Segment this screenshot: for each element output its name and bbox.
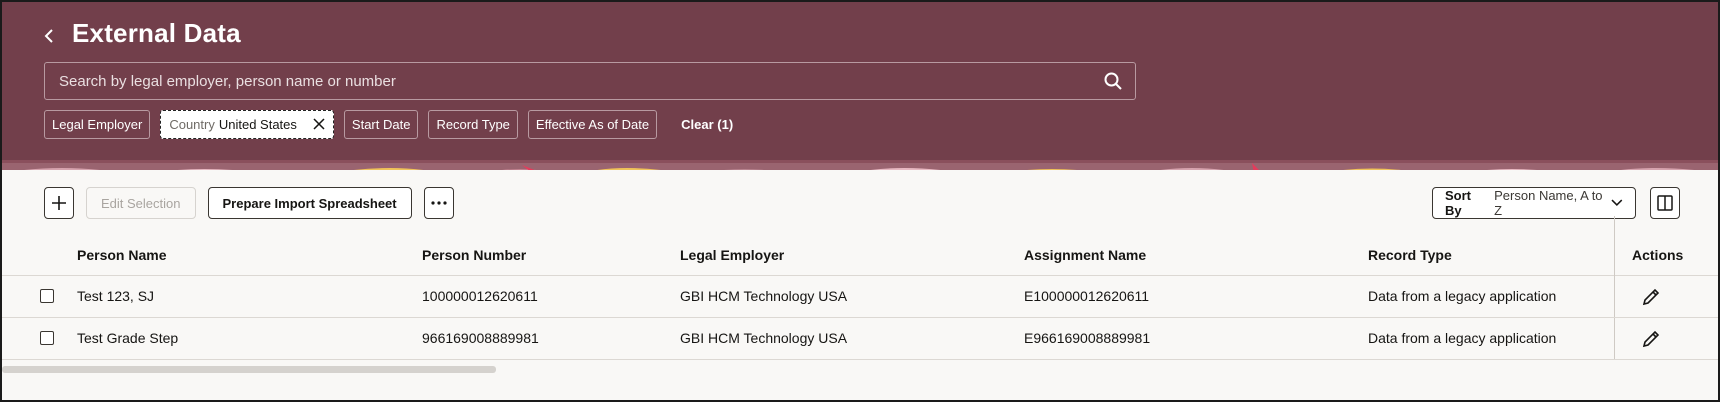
sort-label: Sort By (1445, 188, 1471, 218)
columns-icon (1657, 195, 1673, 211)
main-content: Edit Selection Prepare Import Spreadshee… (2, 170, 1718, 400)
add-button[interactable] (44, 187, 74, 219)
filter-record-type[interactable]: Record Type (428, 109, 518, 139)
app-frame: External Data Legal Employer Country Uni… (0, 0, 1720, 402)
search-input[interactable] (59, 63, 1059, 99)
filter-chips: Legal Employer Country United States Sta… (44, 109, 733, 139)
data-table: Person Name Person Number Legal Employer… (2, 216, 1718, 360)
filter-country[interactable]: Country United States (160, 109, 334, 139)
table-toolbar: Edit Selection Prepare Import Spreadshee… (44, 187, 454, 219)
horizontal-scrollbar[interactable] (2, 366, 496, 373)
search-box[interactable] (44, 62, 1136, 100)
page-title: External Data (72, 18, 241, 48)
more-actions-button[interactable] (423, 187, 454, 219)
plus-icon (52, 196, 66, 210)
table-row[interactable]: Test 123, SJ 100000012620611 GBI HCM Tec… (2, 276, 1718, 318)
decorative-banner (2, 160, 1718, 170)
column-header-record-type[interactable]: Record Type (1368, 247, 1452, 263)
cell-person-name: Test Grade Step (77, 330, 179, 346)
chevron-down-icon (1611, 199, 1623, 207)
filter-label: Effective As of Date (535, 116, 650, 132)
filter-label: Record Type (436, 116, 510, 132)
cell-person-number: 100000012620611 (422, 288, 538, 304)
column-header-actions: Actions (1632, 247, 1684, 263)
row-checkbox[interactable] (40, 289, 54, 303)
prepare-import-spreadsheet-button[interactable]: Prepare Import Spreadsheet (207, 187, 412, 219)
column-header-assignment-name[interactable]: Assignment Name (1024, 247, 1146, 263)
filter-legal-employer[interactable]: Legal Employer (44, 109, 151, 139)
cell-person-name: Test 123, SJ (77, 288, 155, 304)
banner-pattern (2, 163, 1718, 170)
filter-label: Country (169, 116, 215, 132)
back-button[interactable] (38, 24, 60, 48)
cell-person-number: 966169008889981 (422, 330, 539, 346)
chevron-left-icon (44, 29, 53, 43)
columns-button[interactable] (1650, 187, 1680, 219)
column-header-person-number[interactable]: Person Number (422, 247, 526, 263)
cell-record-type: Data from a legacy application (1368, 330, 1557, 346)
filter-start-date[interactable]: Start Date (343, 109, 419, 139)
clear-filters-link[interactable]: Clear (1) (681, 117, 733, 132)
remove-filter-button[interactable] (311, 116, 327, 132)
sort-dropdown[interactable]: Sort By Person Name, A to Z (1432, 187, 1636, 219)
row-checkbox[interactable] (40, 331, 54, 345)
cell-legal-employer: GBI HCM Technology USA (680, 330, 848, 346)
filter-label: Start Date (351, 116, 411, 132)
edit-pencil-icon[interactable] (1640, 328, 1662, 350)
filter-effective-as-of-date[interactable]: Effective As of Date (527, 109, 658, 139)
cell-record-type: Data from a legacy application (1368, 288, 1557, 304)
cell-legal-employer: GBI HCM Technology USA (680, 288, 848, 304)
filter-value: United States (218, 116, 297, 132)
search-icon[interactable] (1103, 71, 1123, 91)
ellipsis-icon (431, 201, 447, 205)
table-header: Person Name Person Number Legal Employer… (2, 216, 1718, 360)
sort-value: Person Name, A to Z (1494, 188, 1603, 218)
cell-assignment-name: E966169008889981 (1024, 330, 1151, 346)
column-header-person-name[interactable]: Person Name (77, 247, 166, 263)
edit-selection-button[interactable]: Edit Selection (86, 187, 196, 219)
cell-assignment-name: E100000012620611 (1024, 288, 1150, 304)
edit-pencil-icon[interactable] (1640, 286, 1662, 308)
table-row[interactable]: Test Grade Step 966169008889981 GBI HCM … (2, 318, 1718, 360)
filter-label: Legal Employer (52, 116, 143, 132)
column-header-legal-employer[interactable]: Legal Employer (680, 247, 784, 263)
page-header: External Data Legal Employer Country Uni… (2, 2, 1718, 160)
close-icon (313, 118, 325, 130)
